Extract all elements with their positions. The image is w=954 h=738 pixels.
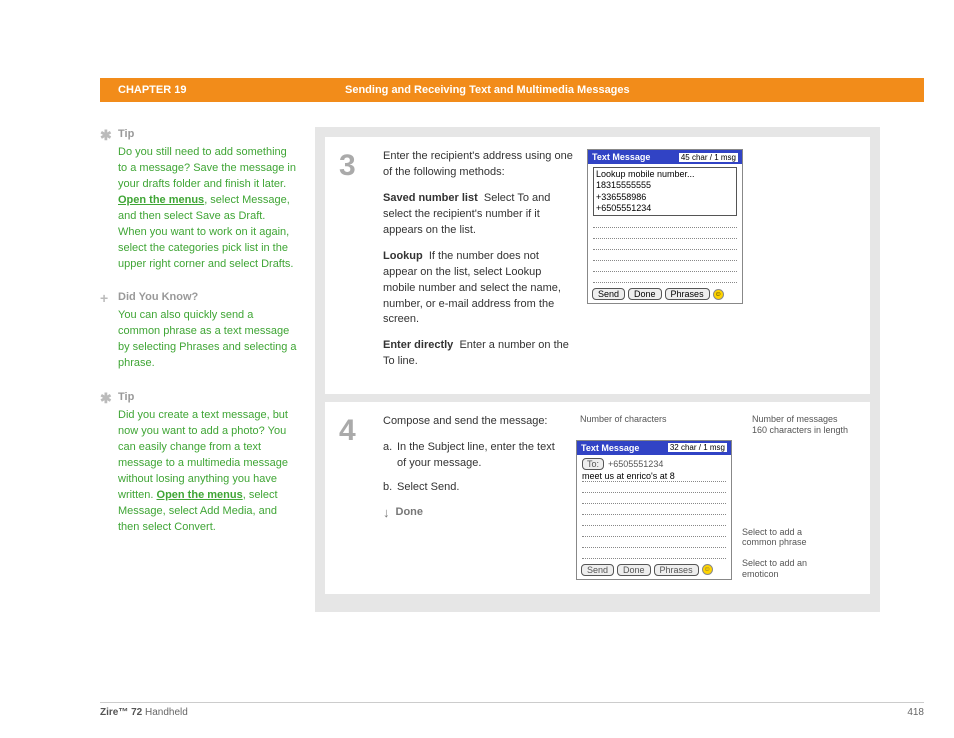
sidebar: ✱ Tip Do you still need to add something… <box>100 127 315 612</box>
tip-block-1: ✱ Tip Do you still need to add something… <box>100 127 297 272</box>
asterisk-icon: ✱ <box>100 388 112 408</box>
done-button[interactable]: Done <box>628 288 662 300</box>
did-you-know-block: + Did You Know? You can also quickly sen… <box>100 290 297 372</box>
tip-body: Did you create a text message, but now y… <box>100 408 297 536</box>
device-diagram-4: Number of characters Number of messages … <box>576 414 856 580</box>
tip-body: Do you still need to add something to a … <box>100 145 297 273</box>
steps-panel: 3 Enter the recipient's address using on… <box>315 127 880 612</box>
chapter-label: CHAPTER 19 <box>118 84 345 96</box>
page-footer: Zire™ 72 Handheld 418 <box>100 702 924 718</box>
device-title: Text Message <box>581 443 639 453</box>
char-counter: 32 char / 1 msg <box>668 443 727 452</box>
send-button[interactable]: Send <box>592 288 625 300</box>
emoticon-icon[interactable]: ☺ <box>702 564 713 575</box>
plus-icon: + <box>100 288 108 308</box>
open-menus-link[interactable]: Open the menus <box>118 194 204 206</box>
message-text: meet us at enrico's at 8 <box>582 471 726 482</box>
done-button[interactable]: Done <box>617 564 651 576</box>
phrases-button[interactable]: Phrases <box>665 288 710 300</box>
open-menus-link[interactable]: Open the menus <box>157 489 243 501</box>
device-title: Text Message <box>592 152 650 162</box>
arrow-down-icon: ↓ <box>383 504 390 523</box>
tip-label: Tip <box>118 391 134 403</box>
dyk-body: You can also quickly send a common phras… <box>100 308 297 372</box>
callout-chars: Number of characters <box>580 414 680 436</box>
step-number: 4 <box>339 414 369 580</box>
tip-label: Tip <box>118 128 134 140</box>
dyk-label: Did You Know? <box>118 291 198 303</box>
callout-msgs: Number of messages 160 characters in len… <box>752 414 852 436</box>
callout-phrase: Select to add a common phrase <box>742 527 832 549</box>
step-text: Compose and send the message: a.In the S… <box>383 414 562 580</box>
step-3: 3 Enter the recipient's address using on… <box>325 137 870 394</box>
send-button[interactable]: Send <box>581 564 614 576</box>
list-item: b.Select Send. <box>383 480 562 496</box>
chapter-header: CHAPTER 19 Sending and Receiving Text an… <box>100 78 924 102</box>
done-marker: ↓ Done <box>383 504 562 523</box>
product-name: Zire™ 72 Handheld <box>100 707 188 718</box>
step-text: Enter the recipient's address using one … <box>383 149 573 380</box>
char-counter: 45 char / 1 msg <box>679 153 738 162</box>
phrases-button[interactable]: Phrases <box>654 564 699 576</box>
tip-block-2: ✱ Tip Did you create a text message, but… <box>100 390 297 535</box>
asterisk-icon: ✱ <box>100 125 112 145</box>
step-number: 3 <box>339 149 369 380</box>
page-number: 418 <box>907 707 924 718</box>
callout-emoticon: Select to add an emoticon <box>742 558 832 580</box>
chapter-title: Sending and Receiving Text and Multimedi… <box>345 84 630 96</box>
emoticon-icon[interactable]: ☺ <box>713 289 724 300</box>
device-screenshot-3: Text Message 45 char / 1 msg Lookup mobi… <box>587 149 743 380</box>
list-item: a.In the Subject line, enter the text of… <box>383 440 562 472</box>
lookup-list: Lookup mobile number... 18315555555 +336… <box>593 167 737 216</box>
to-value: +6505551234 <box>608 459 663 469</box>
step-4: 4 Compose and send the message: a.In the… <box>325 402 870 594</box>
to-button[interactable]: To: <box>582 458 604 470</box>
